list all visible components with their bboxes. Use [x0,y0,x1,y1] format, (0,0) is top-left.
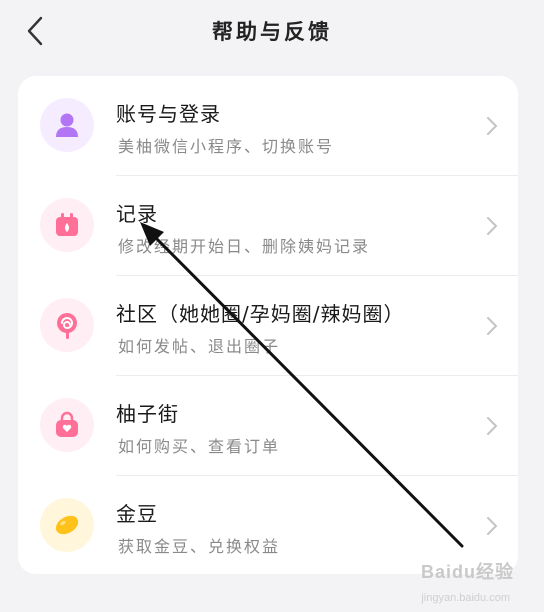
bean-icon [40,498,94,552]
chevron-right-icon [487,317,497,335]
chevron-right-icon [487,417,497,435]
help-item-title: 柚子街 [116,402,179,426]
help-item-title: 记录 [116,202,158,226]
help-item-subtitle: 获取金豆、兑换权益 [118,537,281,556]
help-item-shop[interactable]: 柚子街 如何购买、查看订单 [18,376,518,476]
help-item-subtitle: 美柚微信小程序、切换账号 [118,137,335,156]
help-item-records[interactable]: 记录 修改经期开始日、删除姨妈记录 [18,176,518,276]
help-item-community[interactable]: 社区（她她圈/孕妈圈/辣妈圈） 如何发帖、退出圈子 [18,276,518,376]
help-item-account[interactable]: 账号与登录 美柚微信小程序、切换账号 [18,76,518,176]
calendar-icon [40,198,94,252]
help-topics-card: 账号与登录 美柚微信小程序、切换账号 记录 修改经期开始日、删除姨妈记录 社区（… [18,76,518,574]
chevron-right-icon [487,117,497,135]
user-icon [40,98,94,152]
header-bar: 帮助与反馈 [0,0,544,62]
page-title: 帮助与反馈 [212,20,332,44]
help-item-subtitle: 修改经期开始日、删除姨妈记录 [118,237,371,256]
help-item-subtitle: 如何发帖、退出圈子 [118,337,281,356]
watermark-logo: Baidu经验 [420,562,514,582]
shopping-bag-icon [40,398,94,452]
chevron-right-icon [487,517,497,535]
help-item-title: 社区（她她圈/孕妈圈/辣妈圈） [116,302,405,326]
help-item-title: 金豆 [116,502,158,526]
chevron-right-icon [487,217,497,235]
help-item-title: 账号与登录 [116,102,221,126]
watermark-url: jingyan.baidu.com [421,592,510,604]
lollipop-icon [40,298,94,352]
help-item-subtitle: 如何购买、查看订单 [118,437,281,456]
